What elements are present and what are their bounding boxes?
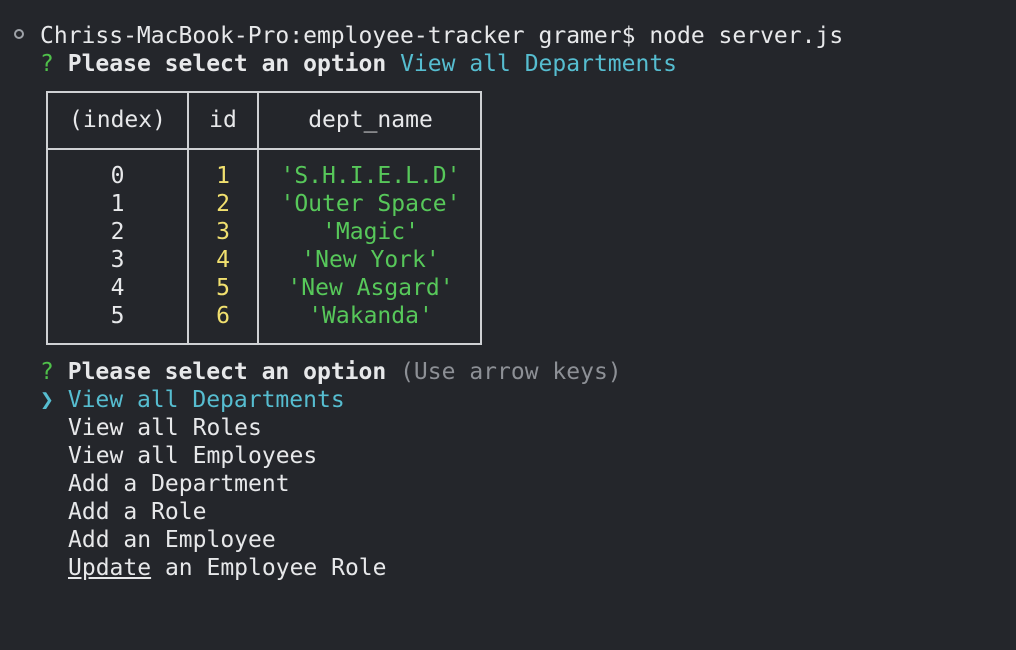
option-label-underlined: Update xyxy=(68,555,152,581)
header-divider xyxy=(48,148,480,150)
prompt-question: Please select an option xyxy=(67,51,387,77)
question-mark: ? xyxy=(40,359,54,385)
departments-table: (index) id dept_name 0 1 'S.H.I.E.L.D' 1… xyxy=(46,91,482,345)
row-index: 4 xyxy=(110,275,125,301)
terminal-window[interactable]: Chriss-MacBook-Pro:employee-tracker gram… xyxy=(0,0,1016,650)
prompt-question: Please select an option xyxy=(67,359,387,385)
table-header-id: id xyxy=(209,107,237,133)
menu-option-view-departments[interactable]: ❯ View all Departments xyxy=(40,386,345,414)
selection-pointer-icon: ❯ xyxy=(40,387,54,413)
row-dept-name: 'Magic' xyxy=(322,219,419,245)
row-id: 2 xyxy=(216,191,230,217)
command-line: Chriss-MacBook-Pro:employee-tracker gram… xyxy=(40,22,843,50)
prompt-answer: View all Departments xyxy=(400,51,678,77)
menu-option-view-employees[interactable]: View all Employees xyxy=(68,442,317,470)
user-prompt: gramer$ xyxy=(538,23,636,49)
option-label-rest: an Employee Role xyxy=(151,555,387,581)
table-header-dept-name: dept_name xyxy=(308,107,433,133)
row-id: 3 xyxy=(216,219,230,245)
row-index: 3 xyxy=(110,247,125,273)
row-index: 1 xyxy=(110,191,125,217)
prompt-circle-icon xyxy=(14,29,24,39)
menu-option-add-role[interactable]: Add a Role xyxy=(68,498,206,526)
menu-option-update-employee-role[interactable]: Update an Employee Role xyxy=(68,554,387,582)
table-header-index: (index) xyxy=(69,107,166,133)
row-index: 0 xyxy=(110,163,125,189)
menu-option-add-department[interactable]: Add a Department xyxy=(68,470,290,498)
row-dept-name: 'New York' xyxy=(301,247,440,273)
menu-option-view-roles[interactable]: View all Roles xyxy=(68,414,262,442)
first-prompt: ? Please select an option View all Depar… xyxy=(40,50,677,78)
row-dept-name: 'Wakanda' xyxy=(308,303,433,329)
row-dept-name: 'S.H.I.E.L.D' xyxy=(280,163,461,189)
row-id: 1 xyxy=(216,163,230,189)
row-index: 5 xyxy=(110,303,125,329)
row-id: 6 xyxy=(216,303,230,329)
row-id: 5 xyxy=(216,275,230,301)
option-label: View all Departments xyxy=(67,387,345,413)
command-text: node server.js xyxy=(649,23,844,49)
question-mark: ? xyxy=(40,51,54,77)
menu-option-add-employee[interactable]: Add an Employee xyxy=(68,526,276,554)
row-index: 2 xyxy=(110,219,125,245)
second-prompt: ? Please select an option (Use arrow key… xyxy=(40,358,622,386)
row-dept-name: 'New Asgard' xyxy=(287,275,454,301)
host-path: Chriss-MacBook-Pro:employee-tracker xyxy=(40,23,525,49)
prompt-hint: (Use arrow keys) xyxy=(400,359,622,385)
row-dept-name: 'Outer Space' xyxy=(280,191,461,217)
row-id: 4 xyxy=(216,247,230,273)
